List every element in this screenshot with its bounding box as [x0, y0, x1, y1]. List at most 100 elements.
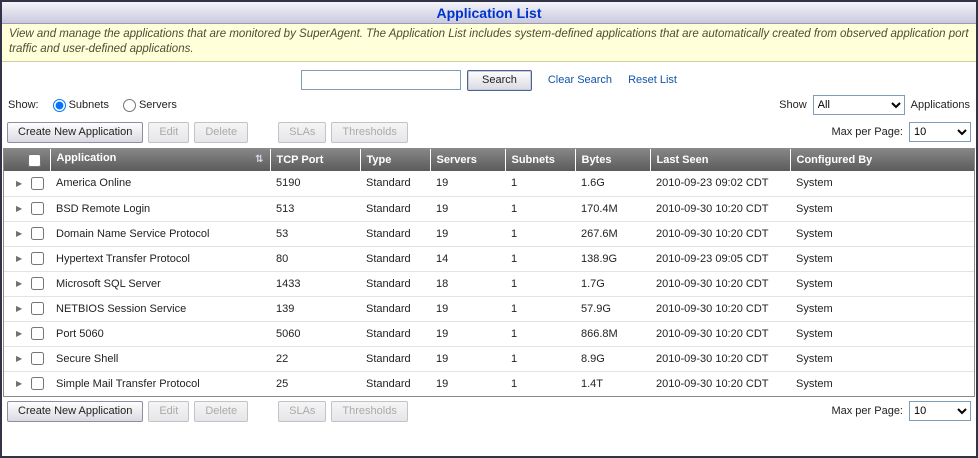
- table-body: ▶ America Online 5190 Standard 19 1 1.6G…: [4, 171, 974, 396]
- row-checkbox[interactable]: [31, 327, 44, 340]
- clear-search-link[interactable]: Clear Search: [548, 74, 612, 86]
- header-tcp-port[interactable]: TCP Port: [270, 149, 360, 171]
- subnets-radio-option[interactable]: Subnets: [53, 99, 109, 112]
- cell-subnets: 1: [505, 171, 575, 196]
- application-table: Application ⇅ TCP Port Type Servers Subn…: [3, 148, 975, 397]
- cell-servers: 19: [430, 321, 505, 346]
- cell-type: Standard: [360, 371, 430, 396]
- row-checkbox[interactable]: [31, 277, 44, 290]
- edit-button[interactable]: Edit: [148, 401, 189, 422]
- cell-subnets: 1: [505, 371, 575, 396]
- header-bytes[interactable]: Bytes: [575, 149, 650, 171]
- delete-button[interactable]: Delete: [194, 401, 248, 422]
- table-row[interactable]: ▶ Microsoft SQL Server 1433 Standard 18 …: [4, 271, 974, 296]
- expand-arrow-icon[interactable]: ▶: [16, 279, 25, 288]
- table-row[interactable]: ▶ Port 5060 5060 Standard 19 1 866.8M 20…: [4, 321, 974, 346]
- create-new-application-button[interactable]: Create New Application: [7, 122, 143, 143]
- table-row[interactable]: ▶ Simple Mail Transfer Protocol 25 Stand…: [4, 371, 974, 396]
- subnets-radio[interactable]: [53, 99, 66, 112]
- show-filter-select[interactable]: All: [813, 95, 905, 115]
- create-new-application-button[interactable]: Create New Application: [7, 401, 143, 422]
- table-row[interactable]: ▶ Domain Name Service Protocol 53 Standa…: [4, 221, 974, 246]
- thresholds-button[interactable]: Thresholds: [331, 401, 407, 422]
- row-checkbox[interactable]: [31, 202, 44, 215]
- row-checkbox[interactable]: [31, 352, 44, 365]
- cell-configured-by: System: [790, 371, 974, 396]
- cell-tcp-port: 513: [270, 196, 360, 221]
- expand-arrow-icon[interactable]: ▶: [16, 304, 25, 313]
- servers-radio-label: Servers: [139, 99, 177, 111]
- row-select-cell: ▶: [4, 221, 50, 246]
- cell-configured-by: System: [790, 271, 974, 296]
- row-checkbox[interactable]: [31, 377, 44, 390]
- max-per-page-select[interactable]: 10: [909, 401, 971, 421]
- slas-button[interactable]: SLAs: [278, 122, 326, 143]
- table-row[interactable]: ▶ BSD Remote Login 513 Standard 19 1 170…: [4, 196, 974, 221]
- cell-tcp-port: 5190: [270, 171, 360, 196]
- header-last-seen[interactable]: Last Seen: [650, 149, 790, 171]
- search-input[interactable]: [301, 70, 461, 90]
- cell-last-seen: 2010-09-30 10:20 CDT: [650, 221, 790, 246]
- expand-arrow-icon[interactable]: ▶: [16, 354, 25, 363]
- select-all-checkbox[interactable]: [28, 154, 41, 167]
- table-row[interactable]: ▶ Hypertext Transfer Protocol 80 Standar…: [4, 246, 974, 271]
- cell-last-seen: 2010-09-30 10:20 CDT: [650, 296, 790, 321]
- header-application[interactable]: Application ⇅: [50, 149, 270, 171]
- cell-subnets: 1: [505, 221, 575, 246]
- row-checkbox[interactable]: [31, 252, 44, 265]
- table-row[interactable]: ▶ Secure Shell 22 Standard 19 1 8.9G 201…: [4, 346, 974, 371]
- sort-icon[interactable]: ⇅: [255, 152, 263, 168]
- cell-bytes: 1.7G: [575, 271, 650, 296]
- cell-subnets: 1: [505, 346, 575, 371]
- servers-radio[interactable]: [123, 99, 136, 112]
- thresholds-button[interactable]: Thresholds: [331, 122, 407, 143]
- cell-configured-by: System: [790, 221, 974, 246]
- cell-type: Standard: [360, 346, 430, 371]
- cell-bytes: 866.8M: [575, 321, 650, 346]
- cell-servers: 19: [430, 296, 505, 321]
- expand-arrow-icon[interactable]: ▶: [16, 379, 25, 388]
- search-row: Search Clear Search Reset List: [2, 62, 976, 94]
- servers-radio-option[interactable]: Servers: [123, 99, 177, 112]
- row-select-cell: ▶: [4, 321, 50, 346]
- row-checkbox[interactable]: [31, 302, 44, 315]
- slas-button[interactable]: SLAs: [278, 401, 326, 422]
- header-subnets[interactable]: Subnets: [505, 149, 575, 171]
- filter-suffix-label: Applications: [911, 99, 970, 111]
- cell-application: Port 5060: [50, 321, 270, 346]
- row-select-cell: ▶: [4, 346, 50, 371]
- row-select-cell: ▶: [4, 271, 50, 296]
- expand-arrow-icon[interactable]: ▶: [16, 329, 25, 338]
- cell-type: Standard: [360, 221, 430, 246]
- table-row[interactable]: ▶ NETBIOS Session Service 139 Standard 1…: [4, 296, 974, 321]
- cell-application: Microsoft SQL Server: [50, 271, 270, 296]
- cell-configured-by: System: [790, 346, 974, 371]
- max-per-page-select[interactable]: 10: [909, 122, 971, 142]
- expand-arrow-icon[interactable]: ▶: [16, 204, 25, 213]
- cell-bytes: 138.9G: [575, 246, 650, 271]
- edit-button[interactable]: Edit: [148, 122, 189, 143]
- bottom-toolbar: Create New Application Edit Delete SLAs …: [2, 397, 976, 427]
- header-type[interactable]: Type: [360, 149, 430, 171]
- cell-application: America Online: [50, 171, 270, 196]
- search-button[interactable]: Search: [467, 70, 532, 91]
- cell-servers: 19: [430, 346, 505, 371]
- header-configured-by[interactable]: Configured By: [790, 149, 974, 171]
- cell-servers: 14: [430, 246, 505, 271]
- delete-button[interactable]: Delete: [194, 122, 248, 143]
- cell-last-seen: 2010-09-30 10:20 CDT: [650, 346, 790, 371]
- table-row[interactable]: ▶ America Online 5190 Standard 19 1 1.6G…: [4, 171, 974, 196]
- row-select-cell: ▶: [4, 196, 50, 221]
- cell-last-seen: 2010-09-30 10:20 CDT: [650, 196, 790, 221]
- row-checkbox[interactable]: [31, 227, 44, 240]
- expand-arrow-icon[interactable]: ▶: [16, 229, 25, 238]
- expand-arrow-icon[interactable]: ▶: [16, 179, 25, 188]
- row-checkbox[interactable]: [31, 177, 44, 190]
- cell-servers: 19: [430, 171, 505, 196]
- reset-list-link[interactable]: Reset List: [628, 74, 677, 86]
- header-servers[interactable]: Servers: [430, 149, 505, 171]
- expand-arrow-icon[interactable]: ▶: [16, 254, 25, 263]
- top-toolbar: Create New Application Edit Delete SLAs …: [2, 118, 976, 148]
- cell-tcp-port: 5060: [270, 321, 360, 346]
- cell-subnets: 1: [505, 196, 575, 221]
